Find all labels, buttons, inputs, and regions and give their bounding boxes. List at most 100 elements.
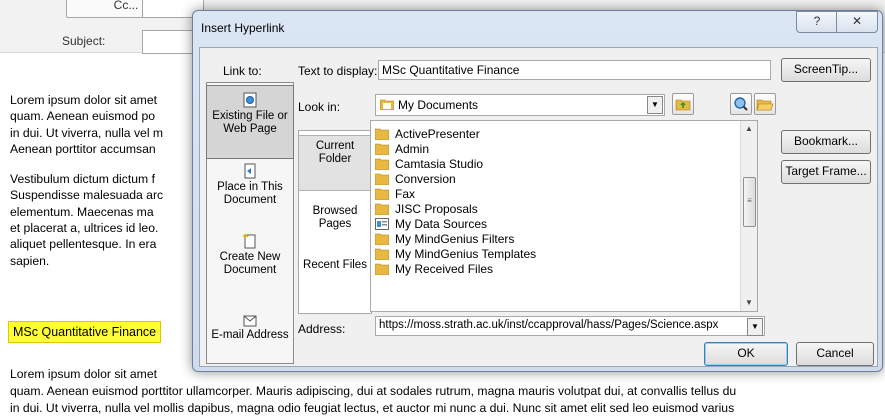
- list-item[interactable]: JISC Proposals: [375, 202, 478, 217]
- place-label: Place in This Document: [217, 181, 283, 206]
- list-item[interactable]: Fax: [375, 187, 415, 202]
- chevron-down-icon[interactable]: ▼: [747, 318, 763, 336]
- folder-icon: [375, 158, 389, 170]
- folder-icon: [375, 173, 389, 185]
- place-existing-file[interactable]: Existing File or Web Page: [206, 85, 294, 159]
- text-line: Aenean porttitor accumsan: [10, 141, 156, 156]
- list-item[interactable]: My MindGenius Templates: [375, 247, 536, 262]
- look-in-value: My Documents: [398, 98, 479, 112]
- look-in-dropdown[interactable]: My Documents ▼: [375, 94, 665, 116]
- folder-icon: [375, 143, 389, 155]
- text-line: aliquet pellentesque. In era: [10, 237, 157, 252]
- help-icon: ?: [813, 14, 821, 28]
- highlighted-link-text[interactable]: MSc Quantitative Finance: [8, 321, 162, 343]
- text-line: sapien.: [10, 253, 50, 268]
- web-page-icon: [243, 92, 257, 108]
- text-line: Lorem ipsum dolor sit amet: [10, 367, 157, 381]
- scrollbar-thumb[interactable]: ≡: [743, 177, 756, 227]
- list-item[interactable]: Admin: [375, 142, 429, 157]
- browse-web-button[interactable]: [730, 93, 752, 115]
- sub-place-label: Current Folder: [315, 140, 355, 165]
- text-line: et placerat a, ultrices id leo.: [10, 221, 159, 236]
- file-name: Camtasia Studio: [395, 157, 484, 171]
- text-to-display-input[interactable]: MSc Quantitative Finance: [378, 60, 771, 80]
- address-input[interactable]: https://moss.strath.ac.uk/inst/ccapprova…: [375, 316, 765, 336]
- file-name: My Received Files: [395, 262, 494, 276]
- subject-label: Subject:: [62, 34, 106, 48]
- folder-icon: [375, 203, 389, 215]
- text-line: Suspendisse malesuada arc: [10, 188, 164, 203]
- list-item[interactable]: Conversion: [375, 172, 456, 187]
- link-to-label: Link to:: [223, 64, 262, 78]
- document-place-icon: [244, 163, 256, 179]
- text-to-display-label: Text to display:: [298, 64, 378, 78]
- look-in-places: Current Folder Browsed Pages Recent File…: [298, 130, 372, 314]
- email-icon: [243, 315, 257, 327]
- file-name: Admin: [395, 142, 430, 156]
- dialog-title: Insert Hyperlink: [201, 21, 285, 35]
- address-value: https://moss.strath.ac.uk/inst/ccapprova…: [379, 319, 719, 331]
- tab-browsed-pages[interactable]: Browsed Pages: [299, 205, 371, 245]
- open-folder-icon: [756, 99, 774, 111]
- up-one-folder-button[interactable]: [672, 93, 694, 115]
- documents-folder-icon: [380, 99, 394, 110]
- target-frame-button[interactable]: Target Frame...: [781, 160, 871, 184]
- place-label: E-mail Address: [211, 329, 289, 341]
- sub-place-label: Browsed Pages: [312, 205, 358, 230]
- sub-place-label: Recent Files: [303, 259, 367, 271]
- text-line: elementum. Maecenas ma: [10, 204, 154, 219]
- list-item[interactable]: My Data Sources: [375, 217, 487, 232]
- list-item[interactable]: My Received Files: [375, 262, 493, 277]
- file-list[interactable]: ActivePresenter Admin Camtasia Studio Co…: [370, 120, 758, 312]
- new-document-icon: [243, 233, 256, 249]
- text-line: Vestibulum dictum dictum f: [10, 172, 155, 187]
- screentip-button[interactable]: ScreenTip...: [781, 58, 871, 82]
- file-name: ActivePresenter: [395, 127, 480, 141]
- scroll-up-arrow-icon[interactable]: ▲: [741, 121, 757, 137]
- address-label: Address:: [298, 322, 346, 336]
- file-name: My MindGenius Templates: [395, 247, 537, 261]
- close-icon: ✕: [851, 14, 863, 28]
- ok-button[interactable]: OK: [704, 342, 788, 366]
- scroll-down-arrow-icon[interactable]: ▼: [741, 295, 757, 311]
- place-create-new[interactable]: Create New Document: [207, 233, 293, 289]
- folder-icon: [375, 128, 389, 140]
- tab-current-folder[interactable]: Current Folder: [299, 135, 371, 191]
- file-name: Fax: [395, 187, 416, 201]
- folder-icon: [375, 248, 389, 260]
- data-sources-icon: [375, 218, 389, 230]
- tab-recent-files[interactable]: Recent Files: [299, 259, 371, 299]
- look-in-label: Look in:: [298, 100, 341, 114]
- file-list-scrollbar[interactable]: ▲ ≡ ▼: [740, 121, 757, 311]
- text-line: quam. Aenean euismod porttitor ullamcorp…: [10, 384, 737, 398]
- file-name: My Data Sources: [395, 217, 488, 231]
- list-item[interactable]: ActivePresenter: [375, 127, 480, 142]
- text-line: quam. Aenean euismod po: [10, 109, 155, 124]
- place-label: Create New Document: [219, 251, 281, 276]
- folder-up-icon: [675, 99, 691, 111]
- help-button[interactable]: ?: [796, 11, 838, 33]
- dialog-client-area: Link to: Existing File or Web Page Place…: [199, 47, 878, 367]
- browse-file-button[interactable]: [754, 93, 776, 115]
- file-name: My MindGenius Filters: [395, 232, 515, 246]
- chevron-down-icon[interactable]: ▼: [647, 96, 663, 114]
- place-this-document[interactable]: Place in This Document: [207, 163, 293, 219]
- folder-icon: [375, 188, 389, 200]
- list-item[interactable]: Camtasia Studio: [375, 157, 483, 172]
- bookmark-button[interactable]: Bookmark...: [781, 130, 871, 154]
- text-line: in dui. Ut viverra, nulla vel mollis dap…: [10, 401, 735, 415]
- file-name: JISC Proposals: [395, 202, 478, 216]
- cancel-button[interactable]: Cancel: [796, 342, 874, 366]
- file-name: Conversion: [395, 172, 456, 186]
- folder-icon: [375, 263, 389, 275]
- place-label: Existing File or Web Page: [212, 110, 288, 135]
- link-to-places: Existing File or Web Page Place in This …: [206, 82, 294, 364]
- insert-hyperlink-dialog: Insert Hyperlink ? ✕ Link to: Existing F…: [192, 10, 883, 372]
- place-email-address[interactable]: E-mail Address: [207, 305, 293, 361]
- browse-web-icon: [734, 97, 748, 111]
- list-item[interactable]: My MindGenius Filters: [375, 232, 514, 247]
- email-bottom-text: Lorem ipsum dolor sit amet quam. Aenean …: [10, 366, 736, 417]
- close-button[interactable]: ✕: [836, 11, 878, 33]
- text-line: Lorem ipsum dolor sit amet: [10, 93, 157, 107]
- text-line: in dui. Ut viverra, nulla vel m: [10, 125, 164, 140]
